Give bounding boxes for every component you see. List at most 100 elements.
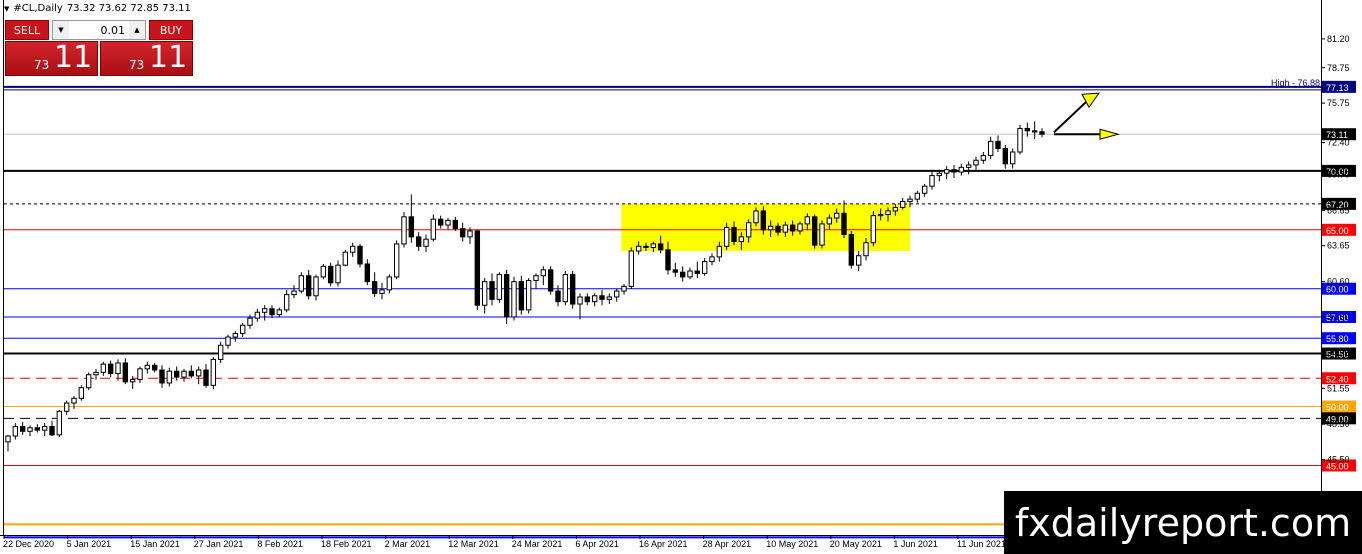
candle-bear: [657, 243, 664, 251]
candle-bear: [357, 245, 363, 265]
date-label: 18 Feb 2021: [321, 539, 372, 549]
candle-bear: [995, 140, 1001, 149]
candle-bull: [313, 276, 319, 297]
buy-price-box[interactable]: 73 11: [100, 40, 193, 76]
candle-bear: [364, 263, 371, 283]
candle-bear: [269, 308, 275, 316]
buy-price-big: 11: [149, 40, 188, 75]
lot-dropdown-arrow-icon[interactable]: ▼: [53, 21, 69, 39]
candle-bull: [225, 336, 231, 346]
candle-bull: [855, 255, 862, 266]
candle-bear: [848, 234, 855, 266]
candle-bull: [283, 294, 290, 311]
candle-bull: [965, 164, 972, 168]
candle-bull: [1017, 127, 1023, 153]
candle-bear: [584, 296, 591, 303]
candle-bull: [687, 270, 693, 278]
candle-bear: [408, 216, 415, 238]
candle-bull: [393, 243, 400, 278]
candle-bull: [621, 285, 627, 292]
sell-price-big: 11: [54, 40, 93, 75]
lot-increase-arrow-icon[interactable]: ▲: [129, 21, 145, 39]
candle-bear: [951, 169, 957, 173]
candle-bear: [474, 230, 481, 306]
candle-bull: [5, 435, 11, 443]
candle-bull: [12, 426, 19, 437]
price-tick-label: 45.50: [1327, 455, 1350, 465]
symbol-ohlc: 73.32 73.62 72.85 73.11: [66, 3, 191, 14]
triangle-down-icon: ▼: [4, 4, 10, 13]
candle-bull: [738, 236, 745, 243]
candle-bull: [401, 216, 407, 245]
date-label: 16 Apr 2021: [639, 539, 688, 549]
date-label: 15 Jan 2021: [130, 539, 180, 549]
candle-bear: [503, 274, 510, 318]
lot-size-input[interactable]: 0.01: [69, 24, 129, 37]
sell-button[interactable]: SELL: [5, 20, 49, 40]
candle-bull: [100, 363, 107, 373]
candle-bull: [877, 213, 884, 217]
candle-bull: [386, 276, 393, 291]
candle-bull: [899, 201, 906, 208]
candle-bear: [122, 362, 129, 383]
candle-bull: [943, 169, 950, 174]
price-tick-label: 78.75: [1327, 63, 1350, 73]
candle-bull: [745, 222, 752, 238]
price-chart[interactable]: 77.1373.1170.0067.2065.0060.0057.6055.80…: [0, 0, 1362, 554]
sell-price-box[interactable]: 73 11: [5, 40, 98, 76]
candle-bull: [261, 308, 268, 313]
candle-bull: [298, 275, 305, 292]
date-label: 5 Jan 2021: [67, 539, 112, 549]
candle-bull: [1009, 151, 1016, 165]
candle-bull: [349, 245, 356, 253]
candle-bull: [613, 290, 620, 298]
candle-bull: [804, 216, 811, 225]
candle-bull: [606, 296, 613, 300]
candle-bull: [254, 311, 261, 319]
price-tick-label: 48.50: [1327, 419, 1350, 429]
date-label: 27 Jan 2021: [194, 539, 244, 549]
candle-bear: [672, 269, 679, 273]
symbol-name: #CL,Daily: [13, 3, 63, 14]
buy-button[interactable]: BUY: [149, 20, 193, 40]
candle-bear: [1039, 131, 1045, 135]
candle-bull: [247, 317, 253, 326]
candle-bull: [797, 223, 803, 232]
candle-bull: [540, 269, 547, 277]
candle-bull: [511, 281, 517, 318]
candle-bear: [1024, 127, 1031, 132]
date-label: 10 May 2021: [766, 539, 818, 549]
candle-bull: [591, 295, 598, 303]
candle-bear: [789, 224, 796, 232]
candle-bull: [635, 245, 642, 252]
candle-bull: [525, 279, 532, 311]
candle-bull: [335, 264, 341, 284]
candle-bear: [305, 275, 312, 297]
date-label: 11 Jun 2021: [957, 539, 1006, 549]
date-label: 8 Feb 2021: [257, 539, 303, 549]
candle-bull: [195, 369, 202, 377]
date-label: 24 Mar 2021: [512, 539, 563, 549]
candle-bear: [547, 269, 554, 292]
candle-bear: [159, 369, 165, 384]
candle-bull: [936, 172, 943, 177]
candle-bull: [987, 140, 994, 157]
candle-bull: [914, 192, 921, 200]
candle-bear: [437, 218, 444, 226]
level-price-tag-text: 55.80: [1326, 334, 1349, 344]
lot-size-control: ▼ 0.01 ▲: [52, 20, 146, 40]
candle-bull: [276, 309, 283, 316]
price-tick-label: 63.65: [1327, 241, 1350, 251]
candle-bull: [885, 210, 891, 215]
candle-bull: [929, 175, 935, 187]
price-tick-label: 75.75: [1327, 98, 1350, 108]
candle-bull: [577, 296, 583, 305]
candle-bull: [27, 427, 33, 432]
sell-price-small: 73: [34, 58, 50, 72]
candle-bull: [78, 387, 85, 399]
level-price-tag-text: 65.00: [1326, 226, 1349, 236]
candle-bull: [833, 212, 840, 219]
candle-bear: [188, 370, 195, 377]
candle-bear: [569, 274, 576, 305]
one-click-trading-panel: SELL ▼ 0.01 ▲ BUY 73 11 73 11: [5, 20, 193, 76]
